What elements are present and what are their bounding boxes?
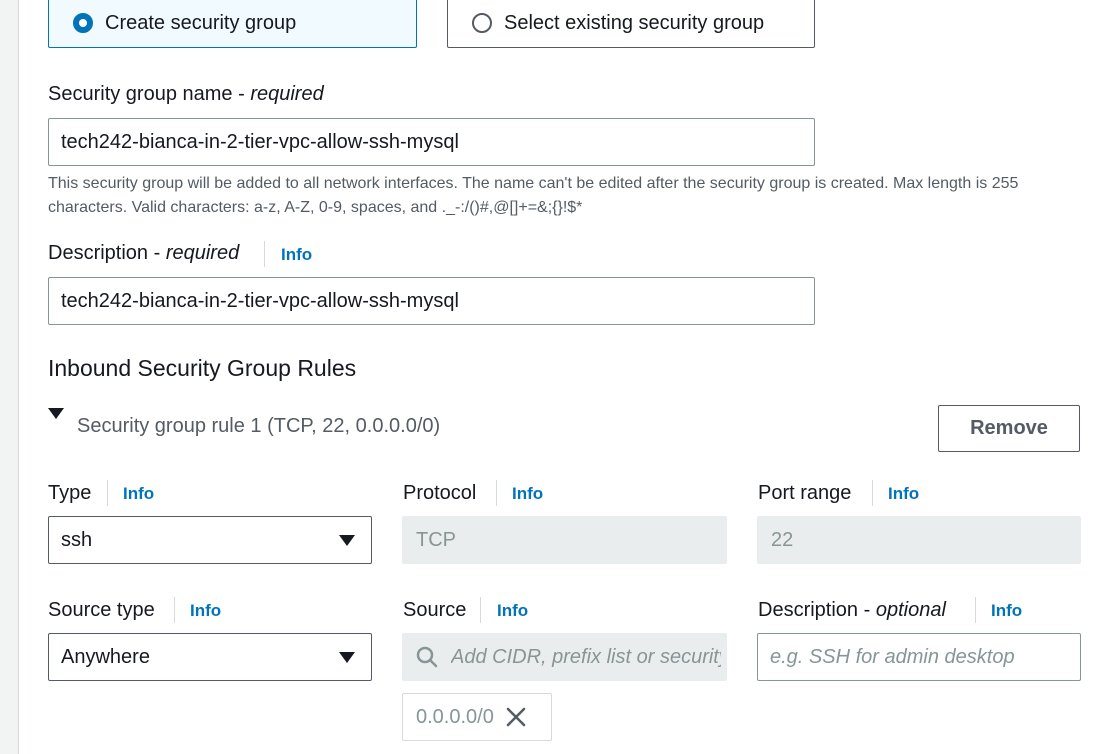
required-suffix: required	[250, 83, 324, 105]
divider	[264, 241, 265, 267]
description-info-link[interactable]: Info	[281, 245, 312, 265]
radio-unselected-icon[interactable]	[472, 13, 492, 33]
rule-description-info-link[interactable]: Info	[991, 601, 1022, 621]
close-icon[interactable]	[506, 707, 526, 727]
remove-rule-button[interactable]: Remove	[938, 405, 1080, 452]
source-token: 0.0.0.0/0	[402, 693, 552, 741]
rule-description-label-text: Description	[758, 599, 859, 621]
security-group-name-label: Security group name - required	[48, 83, 324, 105]
divider	[107, 480, 108, 506]
divider	[174, 597, 175, 623]
protocol-label: Protocol	[403, 482, 477, 504]
description-input[interactable]	[48, 277, 815, 325]
source-label: Source	[403, 599, 467, 621]
type-info-link[interactable]: Info	[123, 484, 154, 504]
optional-suffix: optional	[875, 599, 946, 621]
protocol-value: TCP	[416, 528, 456, 551]
security-group-name-input[interactable]	[48, 118, 815, 166]
rule-title: Security group rule 1 (TCP, 22, 0.0.0.0/…	[77, 415, 441, 437]
source-type-info-link[interactable]: Info	[190, 601, 221, 621]
source-info-link[interactable]: Info	[497, 601, 528, 621]
select-existing-security-group-option[interactable]: Select existing security group	[447, 0, 815, 48]
divider	[480, 597, 481, 623]
security-group-name-hint: This security group will be added to all…	[48, 175, 1019, 216]
description-label: Description - required	[48, 242, 240, 264]
caret-down-icon	[339, 534, 355, 546]
caret-down-icon	[339, 651, 355, 663]
source-type-select-value: Anywhere	[61, 645, 150, 668]
security-group-rule-1-toggle[interactable]: Security group rule 1 (TCP, 22, 0.0.0.0/…	[48, 405, 440, 438]
port-range-field: 22	[757, 516, 1081, 564]
select-existing-security-group-label: Select existing security group	[504, 11, 765, 34]
description-label-text: Description	[48, 242, 149, 264]
source-type-label: Source type	[48, 599, 155, 621]
port-range-info-link[interactable]: Info	[888, 484, 919, 504]
required-suffix: required	[165, 242, 240, 264]
protocol-info-link[interactable]: Info	[512, 484, 543, 504]
protocol-field: TCP	[402, 516, 727, 564]
search-icon	[416, 646, 438, 668]
inbound-rules-heading: Inbound Security Group Rules	[48, 355, 357, 381]
rule-description-label: Description - optional	[758, 599, 946, 621]
source-search[interactable]	[402, 633, 727, 681]
type-label: Type	[48, 482, 92, 504]
caret-down-icon	[48, 408, 64, 419]
source-search-input[interactable]	[449, 644, 723, 670]
radio-selected-icon[interactable]	[73, 13, 93, 33]
source-token-value: 0.0.0.0/0	[416, 705, 494, 728]
security-group-name-label-text: Security group name	[48, 83, 233, 105]
type-select-value: ssh	[61, 528, 93, 551]
source-type-select[interactable]: Anywhere	[48, 633, 372, 681]
left-rail	[0, 0, 19, 754]
divider	[496, 480, 497, 506]
create-security-group-option[interactable]: Create security group	[48, 0, 417, 48]
rule-description-input[interactable]	[757, 633, 1081, 681]
divider	[872, 480, 873, 506]
port-range-value: 22	[771, 528, 794, 551]
create-security-group-label: Create security group	[105, 11, 297, 34]
divider	[975, 597, 976, 623]
port-range-label: Port range	[758, 482, 852, 504]
type-select[interactable]: ssh	[48, 516, 372, 564]
